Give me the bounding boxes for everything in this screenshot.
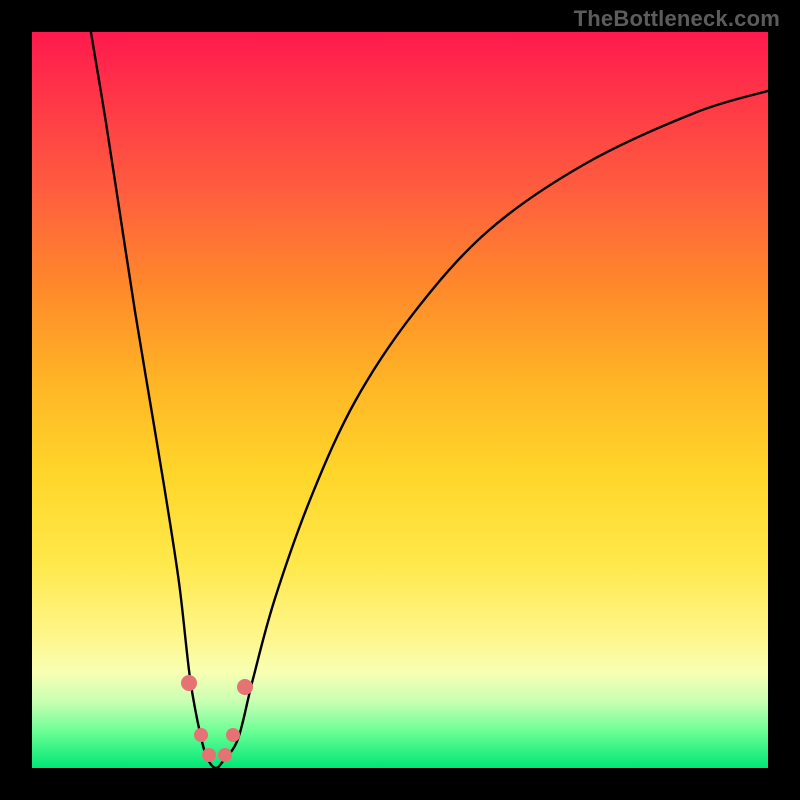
data-marker	[181, 675, 197, 691]
data-marker	[202, 748, 216, 762]
watermark-text: TheBottleneck.com	[574, 6, 780, 32]
data-marker	[237, 679, 253, 695]
data-marker	[218, 748, 232, 762]
bottleneck-curve	[32, 32, 768, 768]
data-marker	[226, 728, 240, 742]
chart-area	[32, 32, 768, 768]
data-marker	[194, 728, 208, 742]
